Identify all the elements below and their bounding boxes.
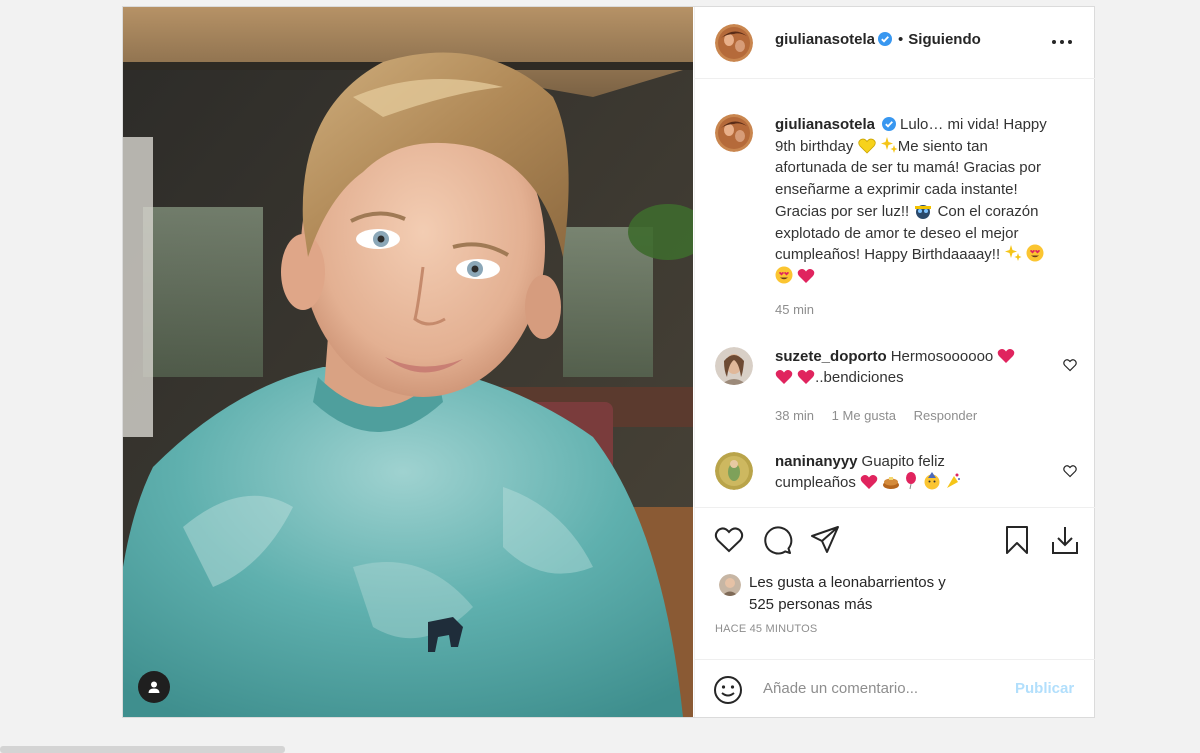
action-bar: Les gusta a leonabarrientos y 525 person… bbox=[695, 507, 1095, 659]
like-icon[interactable] bbox=[713, 524, 745, 556]
comment: naninanyyy Guapito feliz cumpleaños bbox=[775, 451, 1045, 493]
caption-line: Con el corazón bbox=[937, 202, 1039, 220]
download-icon[interactable] bbox=[1049, 524, 1081, 556]
red-heart-icon bbox=[775, 370, 793, 384]
red-heart-icon bbox=[797, 370, 815, 384]
comment-meta: 38 min 1 Me gusta Responder bbox=[775, 408, 991, 423]
comment-avatar[interactable] bbox=[715, 452, 753, 490]
caption-username[interactable]: giulianasotela bbox=[775, 116, 875, 133]
save-icon[interactable] bbox=[1001, 524, 1033, 556]
verified-icon bbox=[882, 117, 897, 131]
heart-eyes-face-icon bbox=[1026, 244, 1044, 262]
heart-eyes-face-icon bbox=[775, 266, 793, 284]
likes-mid: y bbox=[934, 574, 946, 591]
likes-summary: Les gusta a leonabarrientos y 525 person… bbox=[749, 572, 946, 616]
yellow-heart-icon bbox=[857, 138, 876, 154]
tag-user-icon bbox=[148, 681, 160, 693]
liker-avatar-image bbox=[719, 574, 741, 596]
add-comment-bar: Añade un comentario... Publicar bbox=[695, 659, 1095, 717]
caption-time[interactable]: 45 min bbox=[775, 302, 814, 317]
likes-prefix: Les gusta a bbox=[749, 574, 831, 591]
caption-line: Lulo… mi vida! Happy bbox=[900, 116, 1047, 133]
red-heart-icon bbox=[998, 349, 1015, 363]
boy-portrait-photo bbox=[123, 7, 693, 717]
sparkles-icon bbox=[880, 136, 898, 153]
caption: giulianasotela Lulo… mi vida! Happy 9th b… bbox=[775, 114, 1075, 288]
caption-line: explotado de amor te deseo el mejor bbox=[775, 224, 1019, 242]
header-names: giulianasotela • Siguiendo bbox=[775, 31, 981, 48]
post-side-panel: giulianasotela • Siguiendo giulianasotel… bbox=[694, 7, 1095, 717]
pancakes-icon bbox=[883, 477, 900, 489]
comment-avatar-image bbox=[715, 347, 753, 385]
caption-line: afortunada de ser tu mamá! Gracias por bbox=[775, 159, 1041, 177]
comment-text: Guapito feliz bbox=[861, 453, 945, 470]
comment-text: cumpleaños bbox=[775, 474, 856, 491]
more-icon[interactable] bbox=[1050, 34, 1074, 50]
reply-button[interactable]: Responder bbox=[914, 408, 978, 423]
post-time[interactable]: HACE 45 MINUTOS bbox=[715, 623, 817, 635]
comment-like-icon[interactable] bbox=[1063, 464, 1077, 478]
liker-username[interactable]: leonabarrientos bbox=[831, 574, 934, 591]
publish-button[interactable]: Publicar bbox=[1015, 680, 1074, 697]
share-icon[interactable] bbox=[809, 524, 841, 556]
comment-like-icon[interactable] bbox=[1063, 358, 1077, 372]
comment-likes[interactable]: 1 Me gusta bbox=[832, 408, 896, 423]
comment-avatar-image bbox=[715, 452, 753, 490]
red-heart-icon bbox=[860, 475, 878, 489]
comment-input[interactable]: Añade un comentario... bbox=[763, 680, 918, 697]
comment-icon[interactable] bbox=[761, 524, 793, 556]
caption-avatar-image bbox=[715, 114, 753, 152]
caption-line: enseñarme a exprimir cada instante! bbox=[775, 181, 1018, 199]
comment-avatar[interactable] bbox=[715, 347, 753, 385]
caption-line: cumpleaños! Happy Birthdaaaay!! bbox=[775, 246, 1001, 264]
heart-eyes-icon bbox=[915, 204, 932, 219]
smile-icon[interactable] bbox=[713, 675, 743, 705]
caption-line: Me siento tan bbox=[897, 137, 988, 155]
comment: suzete_doporto Hermosoooooo ..bendiciones bbox=[775, 346, 1045, 388]
caption-meta: 45 min bbox=[775, 302, 828, 317]
horizontal-scrollbar[interactable] bbox=[0, 746, 285, 753]
instagram-post: giulianasotela • Siguiendo giulianasotel… bbox=[122, 6, 1095, 718]
party-face-icon bbox=[924, 472, 940, 490]
separator-dot: • bbox=[898, 31, 904, 48]
author-username[interactable]: giulianasotela bbox=[775, 31, 875, 48]
verified-icon bbox=[878, 32, 893, 46]
author-avatar-image bbox=[715, 24, 753, 62]
comment-username[interactable]: naninanyyy bbox=[775, 453, 858, 470]
party-popper-icon bbox=[946, 473, 960, 488]
caption-line: 9th birthday bbox=[775, 137, 854, 155]
post-header: giulianasotela • Siguiendo bbox=[695, 7, 1095, 79]
post-photo[interactable] bbox=[123, 7, 693, 717]
comment-username[interactable]: suzete_doporto bbox=[775, 348, 887, 365]
author-avatar[interactable] bbox=[715, 24, 753, 62]
caption-line: Gracias por ser luz!! bbox=[775, 202, 910, 220]
liker-avatar[interactable] bbox=[719, 574, 741, 596]
sparkles-icon bbox=[1005, 245, 1022, 262]
following-button[interactable]: Siguiendo bbox=[908, 31, 981, 48]
comment-time[interactable]: 38 min bbox=[775, 408, 814, 423]
caption-avatar[interactable] bbox=[715, 114, 753, 152]
comment-text: ..bendiciones bbox=[815, 369, 904, 386]
comments-area[interactable]: giulianasotela Lulo… mi vida! Happy 9th b… bbox=[695, 80, 1095, 507]
comment-text: Hermosoooooo bbox=[890, 348, 994, 365]
likes-count[interactable]: 525 personas más bbox=[749, 596, 872, 613]
tag-user-button[interactable] bbox=[138, 671, 170, 703]
balloon-icon bbox=[906, 472, 917, 490]
red-heart-icon bbox=[797, 268, 815, 283]
